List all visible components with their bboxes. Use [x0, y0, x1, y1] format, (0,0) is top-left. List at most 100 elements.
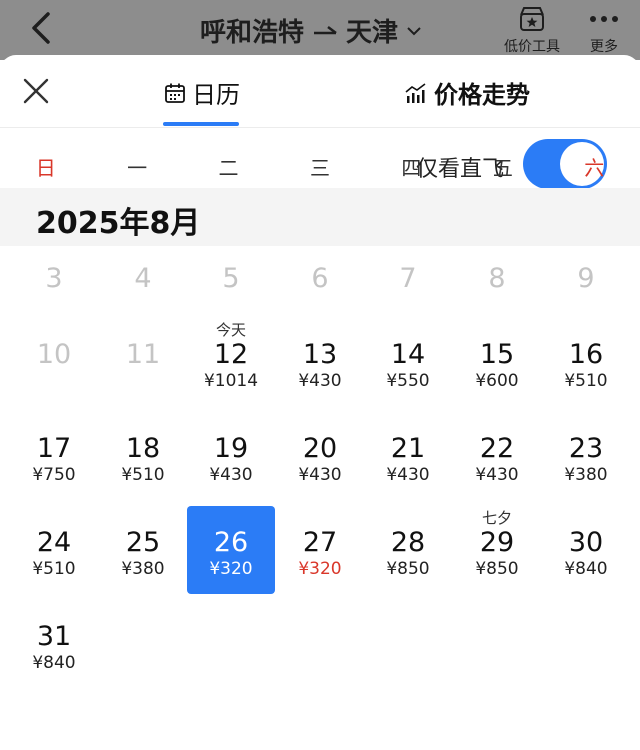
day-note [276, 508, 364, 528]
day-note [453, 244, 541, 264]
active-tab-indicator [163, 122, 239, 126]
day-price: ¥320 [209, 559, 253, 579]
day-price: ¥840 [32, 653, 76, 673]
calendar-day[interactable]: 23 ¥380 [542, 412, 630, 500]
day-note [542, 414, 630, 434]
day-number: 31 [36, 621, 72, 652]
day-price: ¥430 [298, 465, 342, 485]
calendar-day[interactable]: 21 ¥430 [364, 412, 452, 500]
day-note [99, 508, 187, 528]
day-note [187, 244, 275, 264]
day-number: 25 [125, 527, 161, 558]
calendar-day[interactable]: 22 ¥430 [453, 412, 541, 500]
day-note [10, 508, 98, 528]
day-number: 4 [134, 263, 152, 294]
calendar-day[interactable]: 30 ¥840 [542, 506, 630, 594]
day-number: 3 [45, 263, 63, 294]
day-note: 七夕 [481, 509, 512, 527]
day-number: 9 [577, 263, 595, 294]
day-note [542, 508, 630, 528]
day-note [276, 244, 364, 264]
calendar-day[interactable]: 24 ¥510 [10, 506, 98, 594]
day-number: 24 [36, 527, 72, 558]
day-note [99, 414, 187, 434]
calendar-day[interactable]: 19 ¥430 [187, 412, 275, 500]
day-note: 今天 [215, 321, 246, 339]
store-icon [520, 7, 544, 31]
close-icon[interactable] [22, 77, 50, 105]
calendar-day[interactable]: 16 ¥510 [542, 318, 630, 406]
calendar-day[interactable]: 20 ¥430 [276, 412, 364, 500]
calendar-day: 7 [364, 242, 452, 298]
day-number: 12 [213, 339, 249, 370]
calendar-day: 4 [99, 242, 187, 298]
calendar-day[interactable]: 18 ¥510 [99, 412, 187, 500]
day-number: 16 [568, 339, 604, 370]
day-number: 6 [311, 263, 329, 294]
low-price-tool-button[interactable]: 低价工具 [496, 6, 568, 56]
more-label: 更多 [590, 39, 618, 55]
calendar-day[interactable]: 14 ¥550 [364, 318, 452, 406]
day-number: 19 [213, 433, 249, 464]
calendar-day-selected[interactable]: 26 ¥320 [187, 506, 275, 594]
day-note [276, 320, 364, 340]
day-note [99, 244, 187, 264]
day-price: ¥430 [386, 465, 430, 485]
calendar-day[interactable]: 15 ¥600 [453, 318, 541, 406]
day-number: 23 [568, 433, 604, 464]
calendar-day[interactable]: 今天 12 ¥1014 [187, 318, 275, 406]
day-note [364, 320, 452, 340]
calendar-day[interactable]: 13 ¥430 [276, 318, 364, 406]
calendar-day: 3 [10, 242, 98, 298]
day-note [364, 508, 452, 528]
day-note [542, 320, 630, 340]
day-price: ¥510 [564, 371, 608, 391]
day-number: 13 [302, 339, 338, 370]
day-price: ¥850 [386, 559, 430, 579]
weekday-label: 六 [584, 156, 605, 180]
route-selector[interactable]: 呼和浩特 天津 [200, 12, 422, 49]
calendar-day[interactable]: 27 ¥320 [276, 506, 364, 594]
day-price: ¥430 [475, 465, 519, 485]
day-number: 17 [36, 433, 72, 464]
tab-price-trend[interactable]: 价格走势 [404, 75, 530, 110]
calendar-day[interactable]: 25 ¥380 [99, 506, 187, 594]
day-number: 30 [568, 527, 604, 558]
day-note [99, 320, 187, 340]
day-note [187, 508, 275, 528]
trend-chart-icon [405, 82, 426, 103]
back-arrow-icon[interactable] [24, 6, 60, 50]
one-way-arrow-icon [314, 25, 337, 34]
calendar-day: 8 [453, 242, 541, 298]
day-price: ¥430 [298, 371, 342, 391]
weekday-label: 五 [492, 156, 513, 180]
day-price: ¥430 [209, 465, 253, 485]
day-price: ¥550 [386, 371, 430, 391]
day-note [453, 414, 541, 434]
more-button[interactable]: 更多 [580, 6, 628, 56]
calendar-day[interactable]: 31 ¥840 [10, 600, 98, 688]
weekday-label: 一 [127, 156, 148, 180]
calendar-day[interactable]: 17 ¥750 [10, 412, 98, 500]
day-number: 5 [222, 263, 240, 294]
weekday-label: 二 [218, 156, 239, 180]
day-note [542, 244, 630, 264]
tab-calendar[interactable]: 日历 [164, 75, 240, 110]
day-price: ¥510 [32, 559, 76, 579]
calendar-day[interactable]: 七夕 29 ¥850 [453, 506, 541, 594]
calendar-day: 5 [187, 242, 275, 298]
more-dots-icon [590, 16, 618, 22]
calendar-day: 10 [10, 318, 98, 406]
day-number: 11 [125, 339, 161, 370]
day-price: ¥510 [121, 465, 165, 485]
day-note [364, 414, 452, 434]
day-number: 18 [125, 433, 161, 464]
low-price-tool-label: 低价工具 [504, 39, 560, 55]
origin-city: 呼和浩特 [200, 18, 305, 48]
day-number: 14 [390, 339, 426, 370]
day-note [10, 244, 98, 264]
day-number: 28 [390, 527, 426, 558]
chevron-down-icon [407, 26, 421, 35]
calendar-day[interactable]: 28 ¥850 [364, 506, 452, 594]
weekday-header: 日一二三四五六 [0, 152, 640, 181]
